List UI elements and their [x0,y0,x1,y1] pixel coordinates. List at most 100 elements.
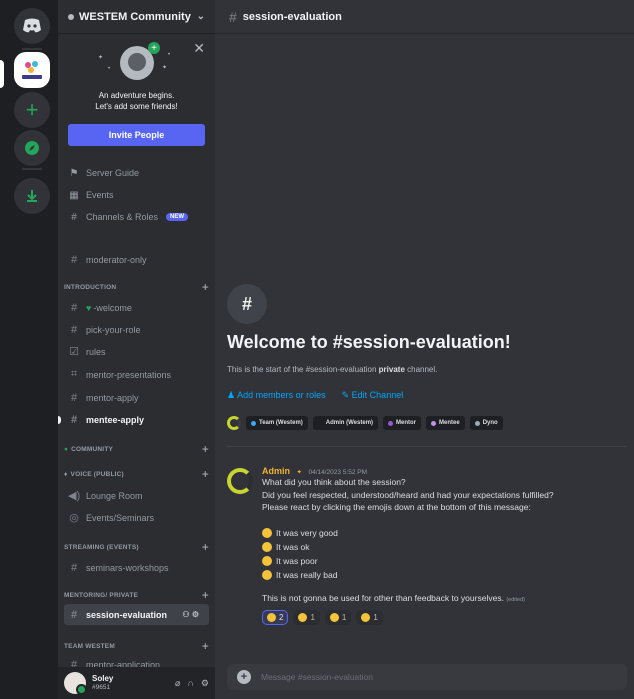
hash-icon: # [70,608,78,621]
neutral-face-icon [262,541,272,552]
category-streaming[interactable]: STREAMING (EVENTS) + [58,539,215,555]
author-avatar[interactable] [227,468,253,494]
category-mentoring-private[interactable]: MENTORING/ PRIVATE + [58,587,215,603]
new-badge: NEW [166,213,189,221]
channel-pick-your-role[interactable]: # pick-your-role [58,319,215,340]
channel-session-evaluation[interactable]: # session-evaluation ⚇ ⚙ [64,604,209,625]
crying-face-icon [262,569,272,580]
channel-rules[interactable]: ☑ rules [58,341,215,362]
server-rail: + [0,0,58,699]
message-line: Please react by clicking the emojis down… [262,502,531,512]
add-channel-icon[interactable]: + [202,639,209,653]
message-author[interactable]: Admin [262,466,290,476]
channel-welcome[interactable]: # ♥ -welcome [58,297,215,318]
category-team-westem[interactable]: TEAM WESTEM + [58,638,215,654]
channels-roles-icon: # [71,211,77,223]
frowning-face-icon [262,555,272,566]
role-avatar [227,416,241,430]
option-label: It was poor [276,555,318,566]
add-members-label: Add members or roles [237,390,326,400]
reaction-button[interactable]: 1 [356,610,383,625]
headphones-icon[interactable]: ∩ [187,678,193,689]
hash-icon: # [70,323,78,336]
welcome-sub-prefix: This is the start of the #session-evalua… [227,365,377,374]
attach-plus-icon[interactable]: + [237,670,251,684]
role-color-dot [317,420,323,426]
channel-mentor-presentations[interactable]: ⌗ mentor-presentations [58,364,215,385]
server-boost-icon [68,13,74,20]
role-chip[interactable]: Team (Westem) [246,416,308,430]
rail-separator [22,168,42,170]
microphone-muted-icon[interactable]: ⌀ [175,678,180,689]
role-chip[interactable]: Dyno [469,416,503,430]
channel-moderator-only[interactable]: # moderator-only [58,249,215,270]
role-name: Team (Westem) [259,420,303,426]
reaction-button[interactable]: 1 [324,610,352,625]
role-chip[interactable]: Admin (Westem) [312,416,379,430]
invite-and-settings-icons[interactable]: ⚇ ⚙ [182,610,199,619]
add-channel-icon[interactable]: + [202,588,209,602]
nav-channels-roles[interactable]: # Channels & Roles NEW [58,206,215,228]
gear-icon[interactable]: ⚙ [201,678,209,689]
role-list: Team (Westem) Admin (Westem) Mentor Ment… [227,416,503,430]
add-channel-icon[interactable]: + [202,442,209,456]
add-person-icon: ♟ [227,390,238,400]
channel-sidebar: WESTEM Community ⌄ ✕ ✦ • • ✦ + An advent… [58,0,215,699]
selected-server-pill [0,60,4,88]
channel-label: Events/Seminars [86,512,155,523]
add-channel-icon[interactable]: + [202,280,209,294]
category-community[interactable]: ● COMMUNITY + [58,441,215,457]
add-members-link[interactable]: ♟ Add members or roles [227,390,326,401]
reaction-button[interactable]: 2 [262,610,289,625]
chat-area: # session-evaluation # Welcome to #sessi… [215,0,634,699]
channel-label: mentor-presentations [86,369,172,380]
channel-title: session-evaluation [242,10,342,23]
hash-icon: # [70,301,78,314]
sparkle-icon: • [168,52,171,58]
role-color-dot [388,420,394,426]
invite-text: An adventure begins. Let's add some frie… [58,90,215,112]
server-westem-button[interactable] [14,52,50,88]
neutral-face-icon [298,613,308,622]
explore-servers-button[interactable] [14,130,50,166]
user-avatar[interactable] [64,672,87,695]
channel-label: mentee-apply [86,414,145,425]
welcome-sub-suffix: channel. [407,365,438,374]
role-chip[interactable]: Mentor [383,416,422,430]
download-apps-button[interactable] [14,178,50,214]
category-introduction[interactable]: INTRODUCTION + [58,279,215,295]
message-timestamp: 04/14/2023 5:52 PM [308,469,368,476]
reaction-button[interactable]: 1 [293,610,320,625]
add-server-button[interactable]: + [14,92,50,128]
category-voice[interactable]: ♦ VOICE (PUBLIC) + [58,466,215,482]
edit-channel-link[interactable]: ✎ Edit Channel [342,390,404,401]
channel-label: pick-your-role [86,324,141,335]
compass-icon [25,141,39,155]
hash-icon: # [70,253,78,266]
add-channel-icon[interactable]: + [202,467,209,481]
role-chip[interactable]: Mentee [426,416,465,430]
add-channel-icon[interactable]: + [202,540,209,554]
close-icon[interactable]: ✕ [193,40,205,57]
channel-mentor-apply[interactable]: # mentor-apply [58,387,215,408]
user-panel: Soley #9651 ⌀ ∩ ⚙ [58,667,215,699]
pencil-icon: ✎ [341,390,352,400]
server-header[interactable]: WESTEM Community ⌄ [58,0,215,34]
channel-lounge-room[interactable]: ◀) Lounge Room [58,485,215,506]
user-names[interactable]: Soley #9651 [92,674,113,692]
frowning-face-icon [329,613,339,622]
channel-events-seminars[interactable]: ◎ Events/Seminars [58,507,215,528]
user-tag: #9651 [92,684,111,691]
green-heart-icon: ♥ [86,302,92,313]
message-input[interactable] [261,672,601,682]
discord-home-button[interactable] [14,8,50,44]
channel-seminars-workshops[interactable]: # seminars-workshops [58,557,215,578]
channel-label: seminars-workshops [86,562,169,573]
message-composer: + [227,664,627,690]
forum-icon: ⌗ [70,368,78,380]
nav-server-guide[interactable]: ⚑ Server Guide [58,162,215,184]
message-line: What did you think about the session? [262,477,406,487]
invite-people-button[interactable]: Invite People [68,124,205,146]
channel-mentee-apply[interactable]: # mentee-apply [58,409,215,430]
nav-events[interactable]: ▦ Events [58,184,215,206]
